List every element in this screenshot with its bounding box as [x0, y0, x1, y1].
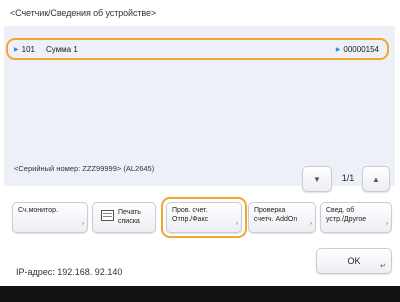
chevron-right-icon: ›	[310, 221, 312, 227]
print-list-label-line2: списка	[118, 218, 140, 225]
counter-monitor-button[interactable]: Сч.монитор. ›	[12, 202, 88, 233]
counter-value: 00000154	[343, 45, 379, 54]
page-up-button[interactable]: ▲	[362, 166, 390, 192]
triangle-down-icon: ▼	[313, 174, 321, 184]
print-list-label: Печать списка	[118, 208, 141, 226]
chevron-right-icon: ›	[386, 221, 388, 227]
counter-id: 101	[21, 45, 35, 54]
ip-address-text: IP-адрес: 192.168. 92.140	[16, 267, 123, 277]
check-addon-label-line1: Проверка	[254, 207, 286, 214]
selection-highlight	[161, 197, 247, 238]
chevron-right-icon: ›	[82, 221, 84, 227]
print-list-button[interactable]: Печать списка	[92, 202, 156, 233]
check-addon-label-line2: счетч. AddOn	[254, 216, 298, 223]
ok-label: OK	[347, 256, 361, 266]
counter-row-left: ▶ 101 Сумма 1	[14, 45, 78, 54]
check-addon-counter-button[interactable]: Проверка счетч. AddOn ›	[248, 202, 316, 233]
print-list-label-line1: Печать	[118, 209, 141, 216]
serial-number-text: <Серийный номер: ZZZ99999> (AL2645)	[14, 164, 155, 173]
page-indicator: 1/1	[341, 173, 355, 183]
triangle-up-icon: ▲	[372, 174, 380, 184]
bottom-bar	[0, 286, 400, 302]
screen-title: <Счетчик/Сведения об устройстве>	[10, 8, 157, 18]
device-counter-screen: <Счетчик/Сведения об устройстве> ▶ 101 С…	[0, 0, 400, 302]
counter-name: Сумма 1	[45, 45, 78, 54]
printer-icon	[101, 210, 114, 221]
page-down-button[interactable]: ▼	[302, 166, 332, 192]
counter-row-101[interactable]: ▶ 101 Сумма 1 ▶ 00000154	[6, 38, 389, 60]
device-info-label-line1: Свед. об	[326, 207, 355, 214]
device-info-label-line2: устр./Другое	[326, 216, 367, 223]
ok-button[interactable]: OK ↵	[316, 248, 392, 274]
value-marker-icon: ▶	[335, 47, 341, 53]
return-icon: ↵	[380, 263, 386, 270]
device-info-other-button[interactable]: Свед. об устр./Другое ›	[320, 202, 392, 233]
row-marker-icon: ▶	[14, 47, 19, 53]
counter-monitor-label: Сч.монитор.	[18, 207, 58, 214]
counter-row-right: ▶ 00000154	[336, 45, 379, 54]
